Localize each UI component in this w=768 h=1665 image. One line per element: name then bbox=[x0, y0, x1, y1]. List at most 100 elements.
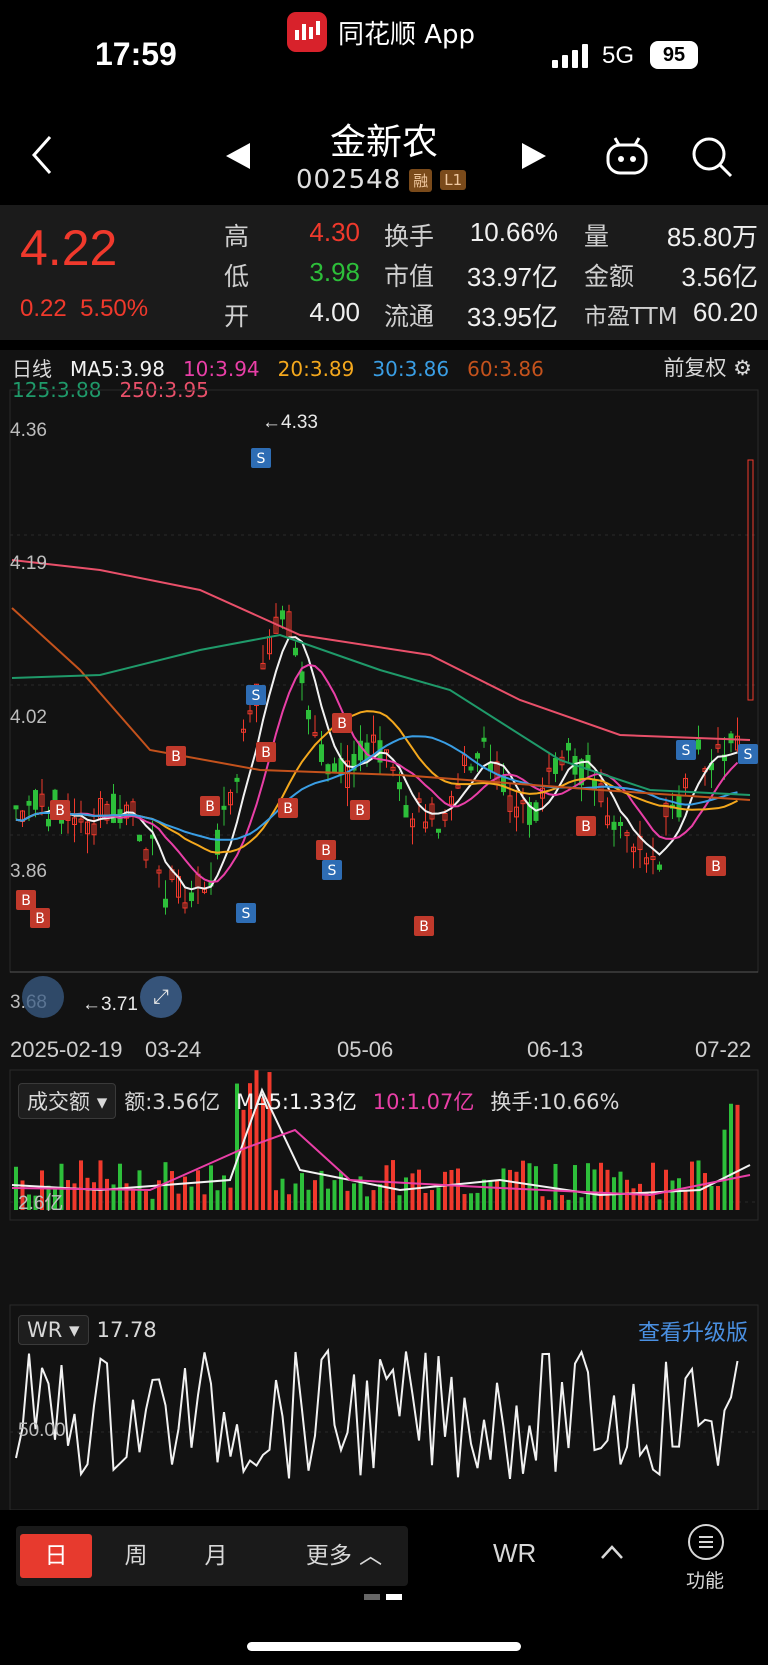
indicator-button[interactable]: WR bbox=[493, 1538, 536, 1569]
next-stock-icon[interactable] bbox=[522, 143, 546, 169]
candle-body bbox=[696, 739, 701, 750]
volume-bar bbox=[202, 1194, 207, 1210]
volume-bar bbox=[85, 1177, 90, 1210]
period-more-button[interactable]: 更多 ︿ bbox=[294, 1534, 394, 1578]
wr-value: 17.78 bbox=[96, 1318, 157, 1342]
candle-body bbox=[403, 805, 409, 818]
search-icon[interactable] bbox=[690, 135, 734, 179]
menu-icon[interactable] bbox=[688, 1524, 724, 1560]
buy-marker-label: B bbox=[55, 803, 65, 819]
volume-bar bbox=[98, 1160, 103, 1210]
volume-bar bbox=[423, 1192, 428, 1210]
period-week-button[interactable]: 周 bbox=[106, 1534, 166, 1578]
volume-bar bbox=[482, 1179, 486, 1210]
date-label: 07-22 bbox=[695, 1037, 752, 1062]
wr-line bbox=[15, 1347, 739, 1480]
candle-body bbox=[234, 777, 240, 782]
volume-bar bbox=[462, 1194, 467, 1210]
volume-bar bbox=[508, 1169, 512, 1210]
robot-assistant-icon[interactable] bbox=[604, 137, 650, 177]
volume-selector[interactable]: 成交额 ▾ bbox=[18, 1083, 117, 1119]
status-time: 17:59 bbox=[95, 36, 177, 72]
candle-body bbox=[501, 775, 506, 793]
function-label[interactable]: 功能 bbox=[686, 1566, 724, 1593]
buy-marker-label: B bbox=[171, 749, 181, 765]
volume-bar bbox=[586, 1163, 590, 1210]
chevron-up-icon[interactable] bbox=[600, 1544, 624, 1560]
volume-bar bbox=[300, 1173, 304, 1210]
volume-bar bbox=[527, 1163, 532, 1210]
volume-bar bbox=[488, 1179, 493, 1210]
buy-marker-label: B bbox=[337, 716, 347, 732]
ma20-line bbox=[15, 710, 738, 854]
volume-bar bbox=[709, 1186, 714, 1210]
volume-bar bbox=[131, 1189, 135, 1210]
ma60-line bbox=[11, 607, 751, 801]
volume-bar bbox=[521, 1160, 525, 1210]
volume-bar bbox=[651, 1162, 655, 1210]
wr-selector[interactable]: WR ▾ bbox=[18, 1315, 89, 1345]
volume-label: 量 bbox=[584, 222, 610, 251]
period-month-button[interactable]: 月 bbox=[186, 1534, 246, 1578]
volume-bar bbox=[319, 1170, 324, 1210]
candle-body bbox=[26, 800, 32, 806]
high-label: 高 bbox=[224, 222, 250, 251]
volume-axis-label: 2.6亿 bbox=[18, 1193, 64, 1214]
volume-bar bbox=[443, 1171, 447, 1210]
home-indicator bbox=[247, 1642, 521, 1651]
float-cap-label: 流通 bbox=[384, 302, 435, 331]
volume-bar bbox=[670, 1180, 675, 1210]
volume-bar bbox=[735, 1104, 740, 1210]
wr-legend: WR ▾ 17.78 bbox=[18, 1315, 157, 1345]
volume-bar bbox=[605, 1169, 610, 1210]
volume-bar bbox=[560, 1195, 564, 1210]
candle-body bbox=[475, 753, 480, 759]
stock-code-row: 002548 融 L1 bbox=[296, 165, 467, 195]
upgrade-link[interactable]: 查看升级版 bbox=[638, 1315, 748, 1347]
volume-bar bbox=[170, 1171, 174, 1210]
volume-bar bbox=[456, 1168, 460, 1210]
candle-body bbox=[33, 790, 38, 810]
fullscreen-button[interactable]: ⤢ bbox=[140, 976, 182, 1018]
expand-icon: ⤢ bbox=[153, 984, 169, 1008]
nav-bar: 金新农 002548 融 L1 bbox=[0, 95, 768, 205]
volume-bar bbox=[72, 1183, 77, 1210]
candle-body bbox=[332, 763, 337, 773]
wr-axis-label: 50.00 bbox=[18, 1420, 66, 1441]
volume-bar bbox=[332, 1180, 337, 1210]
price-axis-label: 4.19 bbox=[10, 553, 47, 574]
market-cap-label: 市值 bbox=[384, 262, 435, 291]
open-label: 开 bbox=[224, 302, 250, 331]
buy-marker-label: B bbox=[21, 893, 31, 909]
candle-body bbox=[553, 757, 558, 774]
volume-bar bbox=[579, 1197, 584, 1210]
volume-bar bbox=[365, 1196, 369, 1210]
turnover-text: 换手:10.66% bbox=[490, 1090, 620, 1114]
volume-bar bbox=[618, 1171, 623, 1210]
scroll-left-button[interactable] bbox=[22, 976, 64, 1018]
candle-body bbox=[299, 671, 305, 684]
ma5-line bbox=[15, 636, 738, 891]
volume-bar bbox=[469, 1193, 473, 1210]
candle-body bbox=[436, 828, 441, 833]
volume-bar bbox=[176, 1193, 181, 1210]
volume-bar bbox=[79, 1160, 83, 1210]
volume-bar bbox=[209, 1165, 213, 1210]
volume-bar bbox=[599, 1162, 603, 1210]
buy-marker-label: B bbox=[581, 819, 591, 835]
low-annotation: ←3.71 bbox=[82, 994, 138, 1015]
period-day-button[interactable]: 日 bbox=[20, 1534, 92, 1578]
price-panel-border bbox=[9, 389, 759, 973]
candle-body bbox=[215, 829, 220, 855]
sell-marker-label: S bbox=[242, 906, 251, 922]
buy-marker-label: B bbox=[205, 799, 215, 815]
bottom-toolbar: 日 周 月 更多 ︿ WR 功能 bbox=[0, 1510, 768, 1665]
volume-bar bbox=[352, 1183, 356, 1210]
volume-bar bbox=[196, 1170, 200, 1210]
turnover-label: 换手 bbox=[384, 222, 435, 251]
candle-body bbox=[319, 744, 324, 762]
vol-ma5: MA5:1.33亿 bbox=[236, 1090, 357, 1114]
volume-bar bbox=[293, 1183, 298, 1210]
buy-marker-label: B bbox=[419, 919, 429, 935]
volume-bar bbox=[573, 1165, 577, 1210]
